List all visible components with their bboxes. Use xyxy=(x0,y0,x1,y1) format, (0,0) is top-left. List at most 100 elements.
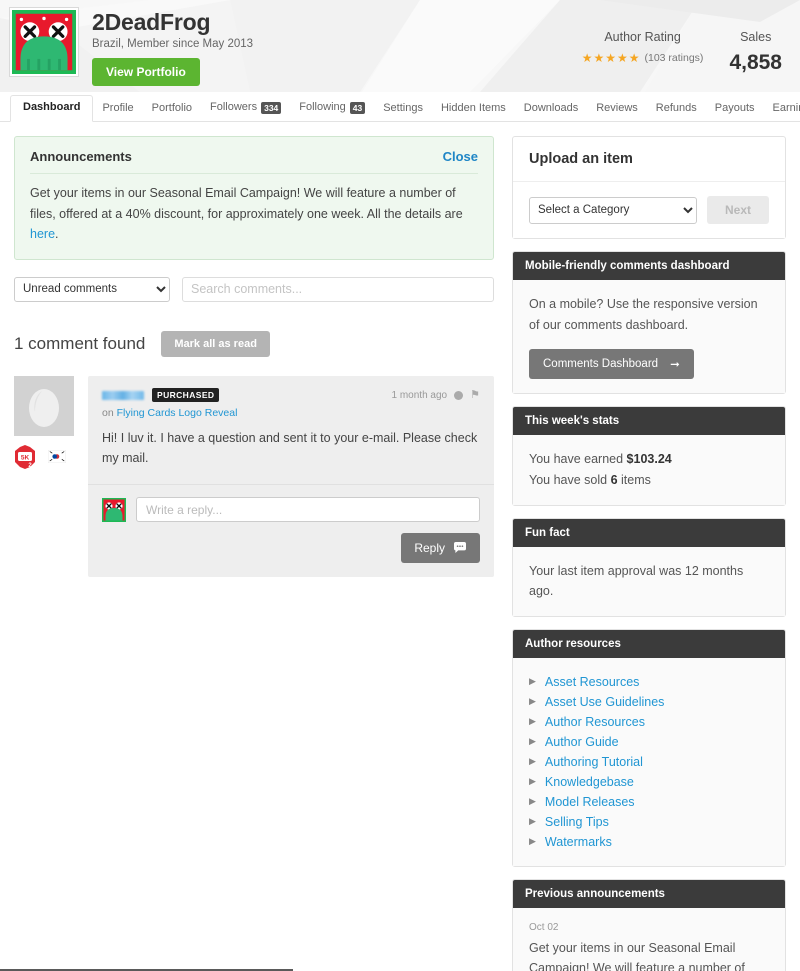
reply-input[interactable] xyxy=(136,497,480,523)
announcements-banner: Announcements Close Get your items in ou… xyxy=(14,136,494,260)
resource-list-item[interactable]: ▶ Selling Tips xyxy=(529,812,769,832)
announcements-text: Get your items in our Seasonal Email Cam… xyxy=(30,186,463,221)
resource-link[interactable]: Asset Use Guidelines xyxy=(545,695,665,709)
triangle-right-icon: ▶ xyxy=(529,776,536,787)
previous-announcement-text: Get your items in our Seasonal Email Cam… xyxy=(529,938,769,971)
sidebar-column: Upload an item Select a Category Next Mo… xyxy=(512,136,786,971)
resource-list-item[interactable]: ▶ Watermarks xyxy=(529,832,769,852)
tab-badge-count: 334 xyxy=(261,101,282,114)
resource-list-item[interactable]: ▶ Author Guide xyxy=(529,732,769,752)
profile-header: 2DeadFrog Brazil, Member since May 2013 … xyxy=(0,0,800,92)
comments-found-count: 1 comment found xyxy=(14,333,146,353)
previous-text-before: Get your items in our Seasonal Email Cam… xyxy=(529,940,745,971)
resource-list-item[interactable]: ▶ Asset Resources xyxy=(529,672,769,692)
search-comments-input[interactable] xyxy=(182,276,494,302)
flag-icon[interactable]: ⚑ xyxy=(470,389,480,401)
tab-payouts[interactable]: Payouts xyxy=(706,97,764,121)
previous-announcement-date: Oct 02 xyxy=(529,921,559,933)
stats-panel-title: This week's stats xyxy=(513,407,785,436)
comment-text: Hi! I luv it. I have a question and sent… xyxy=(102,431,478,466)
mobile-panel-text: On a mobile? Use the responsive version … xyxy=(529,297,758,332)
category-select[interactable]: Select a Category xyxy=(529,196,697,224)
tab-refunds[interactable]: Refunds xyxy=(647,97,706,121)
comment-author-column: 5K 2 xyxy=(14,375,74,578)
comment-header: PURCHASED 1 month ago ⚑ xyxy=(88,376,494,403)
tab-label: Downloads xyxy=(523,102,579,114)
resource-list-item[interactable]: ▶ Model Releases xyxy=(529,792,769,812)
announcements-text-end: . xyxy=(55,227,59,242)
view-portfolio-button[interactable]: View Portfolio xyxy=(92,58,200,87)
resource-list-item[interactable]: ▶ Author Resources xyxy=(529,712,769,732)
tab-dashboard[interactable]: Dashboard xyxy=(10,95,94,122)
resource-link[interactable]: Model Releases xyxy=(545,795,635,809)
tab-reviews[interactable]: Reviews xyxy=(587,97,647,121)
resource-link[interactable]: Authoring Tutorial xyxy=(545,755,643,769)
tab-followers[interactable]: Followers 334 xyxy=(201,96,290,122)
fun-fact-panel: Fun fact Your last item approval was 12 … xyxy=(512,517,786,617)
frog-avatar-icon xyxy=(12,10,76,74)
reply-button[interactable]: Reply xyxy=(401,533,480,564)
resource-link[interactable]: Knowledgebase xyxy=(545,775,634,789)
tab-label: Settings xyxy=(383,102,423,114)
ratings-count: (103 ratings) xyxy=(644,52,704,64)
resource-link[interactable]: Author Guide xyxy=(545,735,619,749)
resource-link[interactable]: Asset Resources xyxy=(545,675,639,689)
fun-fact-text: Your last item approval was 12 months ag… xyxy=(529,563,744,599)
triangle-right-icon: ▶ xyxy=(529,716,536,727)
comment-on-prefix: on xyxy=(102,407,117,420)
tab-label: Followers xyxy=(210,101,258,114)
tab-label: Refunds xyxy=(655,102,697,114)
sold-stat: You have sold 6 items xyxy=(529,470,769,491)
tab-label: Earnings xyxy=(772,102,800,114)
next-button[interactable]: Next xyxy=(706,196,769,224)
mobile-dashboard-panel: Mobile-friendly comments dashboard On a … xyxy=(512,251,786,395)
resource-link[interactable]: Watermarks xyxy=(545,835,612,849)
comments-dashboard-button[interactable]: Comments Dashboard ➞ xyxy=(529,349,694,380)
tab-profile[interactable]: Profile xyxy=(93,97,142,121)
triangle-right-icon: ▶ xyxy=(529,816,536,827)
mark-all-as-read-button[interactable]: Mark all as read xyxy=(161,330,270,357)
tab-downloads[interactable]: Downloads xyxy=(515,97,587,121)
unread-dot-icon[interactable] xyxy=(454,390,464,400)
tab-earnings[interactable]: Earnings xyxy=(764,97,800,121)
tab-badge-count: 43 xyxy=(349,101,366,114)
previous-announcements-panel: Previous announcements Oct 02 Get your i… xyxy=(512,878,786,971)
resource-link[interactable]: Author Resources xyxy=(545,715,645,729)
fun-fact-title: Fun fact xyxy=(513,518,785,547)
profile-tabs[interactable]: Dashboard Profile Portfolio Followers 334 Fol… xyxy=(0,92,800,122)
earned-value: $103.24 xyxy=(626,452,672,467)
comments-dashboard-label: Comments Dashboard xyxy=(543,358,659,371)
author-avatar xyxy=(10,8,78,76)
tab-hidden-items[interactable]: Hidden Items xyxy=(432,97,515,121)
announcements-body: Get your items in our Seasonal Email Cam… xyxy=(30,174,478,245)
author-resources-panel: Author resources ▶ Asset Resources ▶ Asset … xyxy=(512,628,786,867)
tab-following[interactable]: Following 43 xyxy=(290,96,374,122)
resource-list-item[interactable]: ▶ Asset Use Guidelines xyxy=(529,692,769,712)
purchased-badge: PURCHASED xyxy=(152,387,220,403)
frog-avatar-small-icon xyxy=(102,497,126,522)
tab-portfolio[interactable]: Portfolio xyxy=(143,97,201,121)
tab-label: Portfolio xyxy=(151,102,193,114)
comment-meta: 1 month ago ⚑ xyxy=(391,389,480,401)
resource-list-item[interactable]: ▶ Knowledgebase xyxy=(529,772,769,792)
tab-label: Dashboard xyxy=(23,101,81,113)
commenter-username[interactable] xyxy=(102,390,144,400)
comment-timestamp: 1 month ago xyxy=(391,389,448,401)
resource-list-item[interactable]: ▶ Authoring Tutorial xyxy=(529,752,769,772)
tab-label: Profile xyxy=(102,102,134,114)
current-user-avatar xyxy=(102,497,126,522)
rating-stars-icon: ★★★★★ xyxy=(581,51,641,65)
resource-link[interactable]: Selling Tips xyxy=(545,815,609,829)
sales-value: 4,858 xyxy=(729,51,782,74)
tab-settings[interactable]: Settings xyxy=(374,97,432,121)
svg-text:5K: 5K xyxy=(21,454,30,461)
comments-filter-select[interactable]: Unread comments xyxy=(14,276,170,302)
announcements-close-button[interactable]: Close xyxy=(443,149,478,164)
tab-label: Following xyxy=(299,101,346,114)
comment-item: 5K 2 PURCHASED 1 month ago ⚑ on Flying C… xyxy=(14,375,494,578)
sales-label: Sales xyxy=(740,30,772,44)
comment-item-link[interactable]: Flying Cards Logo Reveal xyxy=(117,407,238,419)
announcements-here-link[interactable]: here xyxy=(30,227,55,241)
earned-stat: You have earned $103.24 xyxy=(529,449,769,470)
triangle-right-icon: ▶ xyxy=(529,696,536,707)
